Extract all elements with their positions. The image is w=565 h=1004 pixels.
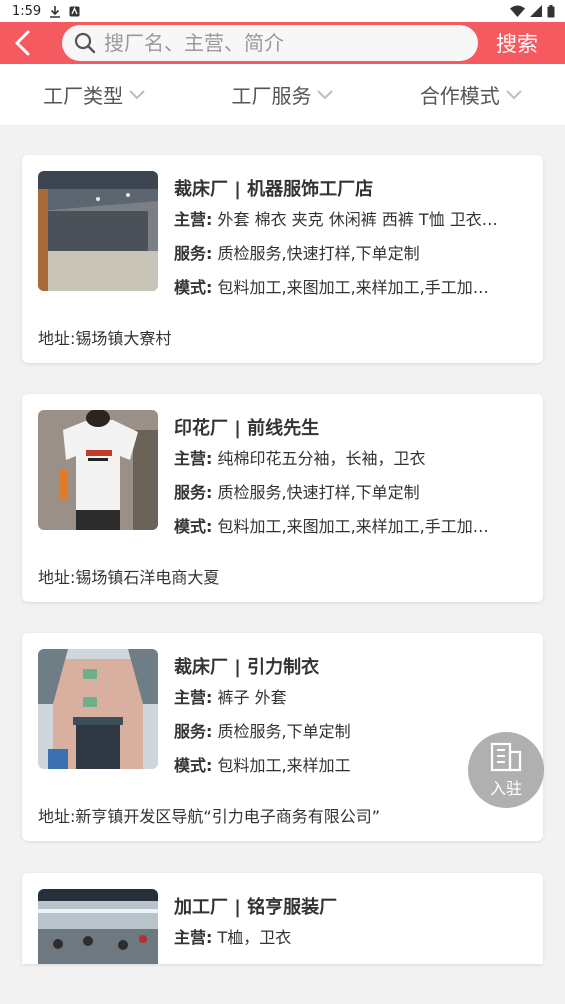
building-icon [490,742,522,772]
search-box[interactable] [62,25,478,61]
status-time: 1:59 [12,3,42,19]
signal-icon [530,5,542,17]
factory-thumbnail [38,889,158,964]
wifi-icon [510,5,525,17]
factory-address: 地址:新亨镇开发区导航“引力电子商务有限公司” [38,807,380,826]
factory-info: 印花厂 | 前线先生 主营: 纯棉印花五分袖，长袖，卫衣 服务: 质检服务,快速… [174,416,530,544]
factory-card[interactable]: 裁床厂 | 引力制衣 主营: 裤子 外套 服务: 质检服务,下单定制 模式: 包… [22,633,543,841]
factory-mode: 模式: 包料加工,来图加工,来样加工,手工加… [174,517,489,536]
factory-title: 裁床厂 | 引力制衣 [174,657,320,678]
chevron-down-icon [129,89,145,99]
factory-thumbnail [38,410,158,530]
factory-main: 主营: 外套 棉衣 夹克 休闲裤 西裤 T恤 卫衣… [174,210,498,229]
back-button[interactable] [14,22,48,64]
factory-card[interactable]: 印花厂 | 前线先生 主营: 纯棉印花五分袖，长袖，卫衣 服务: 质检服务,快速… [22,394,543,602]
filter-label: 工厂类型 [43,84,124,108]
filter-cooperation-mode[interactable]: 合作模式 [420,80,522,109]
factory-main: 主营: 裤子 外套 [174,688,287,707]
factory-main: 主营: T桖，卫衣 [174,928,292,947]
filter-label: 合作模式 [419,84,500,108]
join-label: 入驻 [489,779,522,798]
factory-address: 地址:锡场镇石洋电商大夏 [38,568,220,587]
factory-info: 加工厂 | 铭亨服装厂 主营: T桖，卫衣 [174,895,530,955]
factory-info: 裁床厂 | 机器服饰工厂店 主营: 外套 棉衣 夹克 休闲裤 西裤 T恤 卫衣…… [174,177,530,305]
filter-bar: 工厂类型 工厂服务 合作模式 [0,64,565,126]
factory-address: 地址:锡场镇大寮村 [38,329,172,348]
chevron-down-icon [506,89,522,99]
factory-thumbnail [38,171,158,291]
factory-main: 主营: 纯棉印花五分袖，长袖，卫衣 [174,449,426,468]
factory-service: 服务: 质检服务,快速打样,下单定制 [174,244,420,263]
status-bar: 1:59 [0,0,565,22]
app-notification-icon [69,6,80,16]
search-button[interactable]: 搜索 [496,28,538,58]
factory-service: 服务: 质检服务,快速打样,下单定制 [174,483,420,502]
filter-factory-service[interactable]: 工厂服务 [231,80,334,109]
chevron-left-icon [15,30,30,56]
search-input[interactable] [104,31,464,55]
factory-card[interactable]: 加工厂 | 铭亨服装厂 主营: T桖，卫衣 [22,873,543,964]
factory-mode: 模式: 包料加工,来图加工,来样加工,手工加… [174,278,489,297]
chevron-down-icon [317,89,334,99]
filter-label: 工厂服务 [231,84,312,108]
factory-title: 印花厂 | 前线先生 [174,418,320,439]
factory-card[interactable]: 裁床厂 | 机器服饰工厂店 主营: 外套 棉衣 夹克 休闲裤 西裤 T恤 卫衣…… [22,155,543,363]
join-button[interactable]: 入驻 [468,732,544,808]
search-icon [74,32,96,54]
top-search-bar: 搜索 [0,22,565,64]
factory-thumbnail [38,649,158,769]
factory-title: 裁床厂 | 机器服饰工厂店 [174,179,374,200]
filter-factory-type[interactable]: 工厂类型 [43,80,145,109]
download-icon [50,5,61,18]
battery-icon [547,4,555,17]
factory-title: 加工厂 | 铭亨服装厂 [174,897,338,918]
